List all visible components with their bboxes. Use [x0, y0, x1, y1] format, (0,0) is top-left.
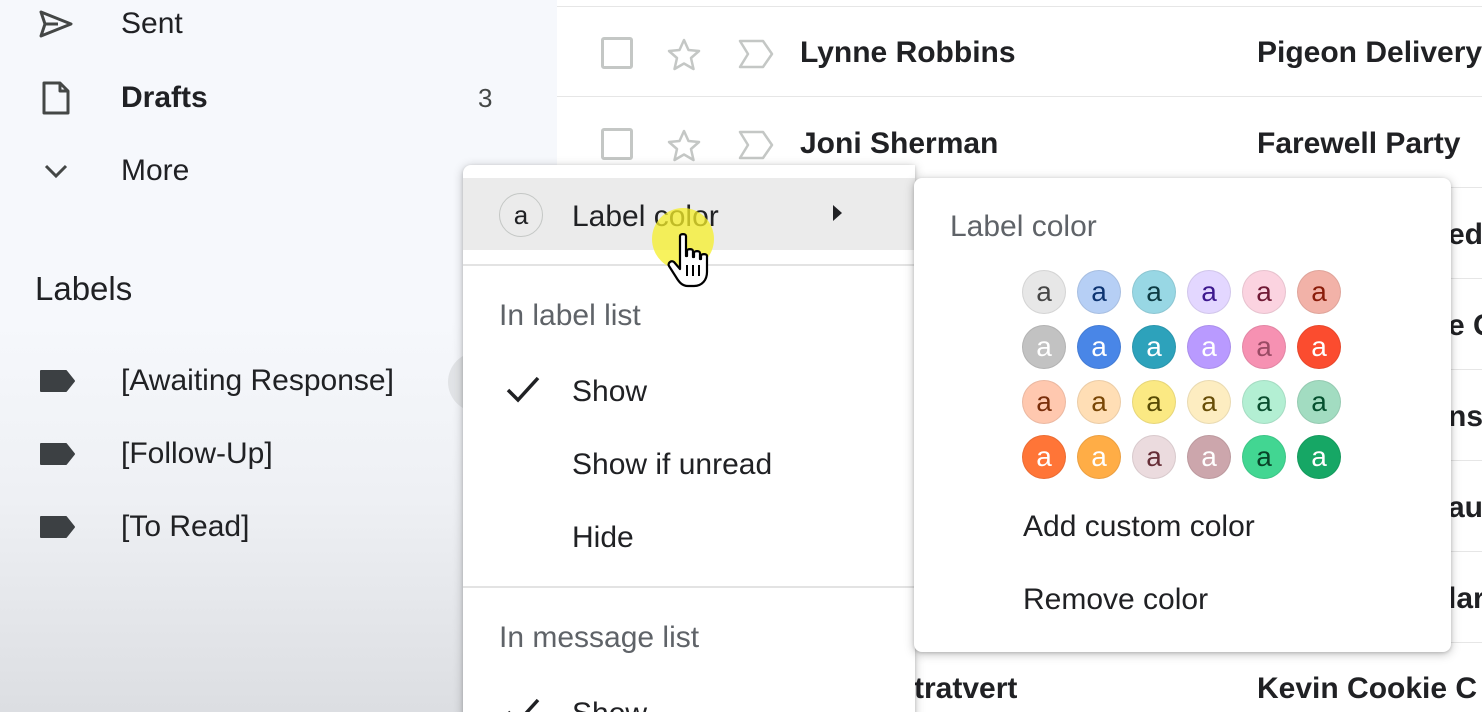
color-swatch[interactable]: a [1242, 270, 1286, 314]
menu-item-label: Show if unread [572, 448, 773, 481]
color-swatch[interactable]: a [1187, 325, 1231, 369]
label-tag-icon [38, 442, 78, 466]
menu-divider [463, 586, 915, 588]
remove-color-button[interactable]: Remove color [1023, 583, 1208, 617]
email-sender: Lynne Robbins [800, 36, 1016, 69]
color-swatch[interactable]: a [1297, 270, 1341, 314]
menu-item-message-show[interactable]: Show [463, 675, 915, 712]
color-swatch[interactable]: a [1132, 270, 1176, 314]
email-subject-fragment: e C [1448, 309, 1482, 342]
color-swatch[interactable]: a [1242, 325, 1286, 369]
label-color-submenu: Label color aaaaaaaaaaaaaaaaaaaaaaaa Add… [914, 178, 1451, 652]
section-heading-label-list: In label list [499, 299, 641, 332]
submenu-title: Label color [950, 210, 1097, 243]
menu-item-label: Hide [572, 521, 634, 554]
checkmark-icon [503, 691, 543, 712]
nav-item-label: Drafts [121, 81, 208, 114]
color-swatch-grid: aaaaaaaaaaaaaaaaaaaaaaaa [1022, 270, 1352, 479]
color-swatch[interactable]: a [1132, 325, 1176, 369]
draft-icon [36, 78, 76, 118]
email-subject-fragment: ns [1448, 400, 1482, 433]
menu-item-show[interactable]: Show [463, 353, 915, 425]
label-item-label: [Follow-Up] [121, 437, 273, 470]
color-swatch[interactable]: a [1077, 270, 1121, 314]
color-swatch[interactable]: a [1022, 380, 1066, 424]
color-swatch[interactable]: a [1077, 435, 1121, 479]
color-swatch[interactable]: a [1132, 380, 1176, 424]
email-subject: Pigeon Delivery [1257, 36, 1482, 69]
color-swatch[interactable]: a [1077, 325, 1121, 369]
labels-heading: Labels [35, 270, 133, 307]
color-swatch[interactable]: a [1187, 380, 1231, 424]
label-tag-icon [38, 515, 78, 539]
email-sender: Joni Sherman [800, 127, 999, 160]
label-item-awaiting-response[interactable]: [Awaiting Response] [0, 351, 470, 411]
add-custom-color-button[interactable]: Add custom color [1023, 510, 1255, 544]
label-tag-icon [38, 369, 78, 393]
email-subject-fragment: Kevin Cookie C [1257, 672, 1478, 705]
color-swatch[interactable]: a [1187, 270, 1231, 314]
color-swatch[interactable]: a [1297, 325, 1341, 369]
star-icon[interactable] [665, 127, 703, 165]
color-swatch[interactable]: a [1242, 380, 1286, 424]
color-swatch[interactable]: a [1242, 435, 1286, 479]
email-subject: Farewell Party [1257, 127, 1461, 160]
label-item-to-read[interactable]: [To Read] [0, 497, 470, 557]
color-swatch[interactable]: a [1132, 435, 1176, 479]
importance-marker-icon[interactable] [737, 129, 775, 161]
checkmark-icon [503, 369, 543, 409]
star-icon[interactable] [665, 36, 703, 74]
color-swatch[interactable]: a [1297, 435, 1341, 479]
chevron-down-icon [36, 151, 76, 191]
email-subject-fragment: au [1448, 491, 1482, 524]
color-swatch[interactable]: a [1022, 435, 1066, 479]
menu-item-show-if-unread[interactable]: Show if unread [463, 426, 915, 498]
submenu-arrow-icon [833, 205, 842, 221]
select-checkbox[interactable] [601, 128, 633, 160]
nav-item-drafts[interactable]: Drafts 3 [0, 68, 520, 128]
color-swatch[interactable]: a [1297, 380, 1341, 424]
label-color-badge: a [499, 193, 543, 237]
menu-item-hide[interactable]: Hide [463, 499, 915, 571]
drafts-count: 3 [478, 82, 493, 113]
label-item-label: [To Read] [121, 510, 250, 543]
nav-item-sent[interactable]: Sent [0, 0, 520, 54]
importance-marker-icon[interactable] [737, 38, 775, 70]
color-swatch[interactable]: a [1077, 380, 1121, 424]
email-row[interactable]: Lynne Robbins Pigeon Delivery [557, 0, 1482, 90]
section-heading-message-list: In message list [499, 621, 700, 654]
select-checkbox[interactable] [601, 37, 633, 69]
nav-item-more[interactable]: More [0, 141, 520, 201]
send-icon [36, 4, 76, 44]
color-swatch[interactable]: a [1187, 435, 1231, 479]
menu-item-label: Show [572, 375, 648, 408]
hand-pointer-icon [666, 232, 712, 290]
color-swatch[interactable]: a [1022, 270, 1066, 314]
email-subject-fragment: ed [1448, 218, 1482, 251]
nav-item-label: More [121, 154, 190, 187]
nav-item-label: Sent [121, 7, 183, 40]
label-item-label: [Awaiting Response] [121, 364, 394, 397]
menu-item-label: Show [572, 697, 647, 712]
label-item-follow-up[interactable]: [Follow-Up] [0, 424, 470, 484]
email-subject-fragment: lar [1448, 582, 1482, 615]
email-sender-fragment: tratvert [914, 672, 1018, 705]
color-swatch[interactable]: a [1022, 325, 1066, 369]
